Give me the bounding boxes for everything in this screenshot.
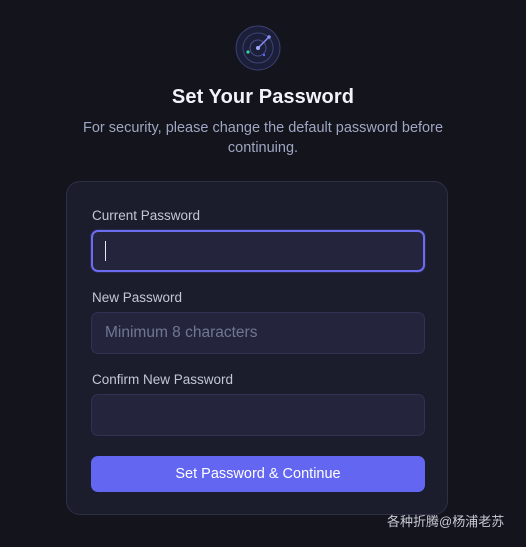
current-password-label: Current Password xyxy=(92,208,201,223)
radar-icon xyxy=(235,25,281,71)
confirm-password-label: Confirm New Password xyxy=(92,372,234,387)
password-form-card: Current Password New Password Minimum 8 … xyxy=(66,181,448,515)
page-title: Set Your Password xyxy=(171,86,355,108)
text-caret xyxy=(105,241,106,261)
set-password-button[interactable]: Set Password & Continue xyxy=(91,456,425,492)
new-password-input[interactable]: Minimum 8 characters xyxy=(91,312,425,354)
watermark: 各种折腾@杨浦老苏 xyxy=(387,514,505,529)
new-password-label: New Password xyxy=(92,290,183,305)
page-subtitle: For security, please change the default … xyxy=(82,120,444,156)
current-password-input[interactable] xyxy=(91,230,425,272)
new-password-placeholder: Minimum 8 characters xyxy=(105,324,258,341)
confirm-password-input[interactable] xyxy=(91,394,425,436)
